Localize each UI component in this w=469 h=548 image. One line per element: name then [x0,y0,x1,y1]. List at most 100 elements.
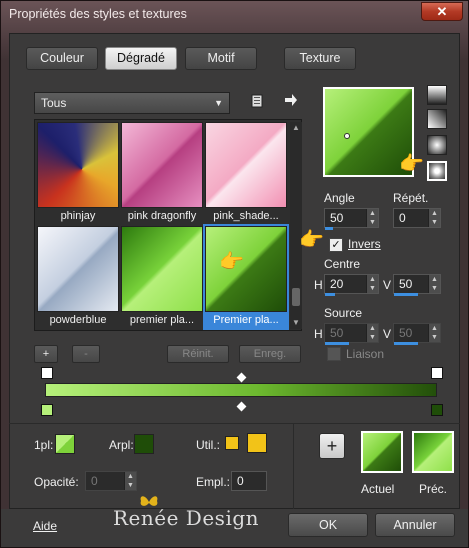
divider [293,424,294,509]
spin-arrows-icon[interactable]: ▲ ▼ [124,472,136,490]
gradient-thumbnail [205,226,287,312]
gallery-item[interactable]: premier pla... [121,226,203,328]
angle-value: 50 [330,211,344,225]
center-h-prefix: H [314,278,323,292]
linear-style-button[interactable] [427,85,447,105]
util-label: Util.: [196,438,220,452]
spin-arrows-icon[interactable]: ▲ ▼ [428,324,440,342]
color-stop-right[interactable] [431,404,443,416]
category-select[interactable]: Tous ▼ [34,92,230,114]
first-stop-swatch[interactable] [55,434,75,454]
center-v-input[interactable]: 50 ▲ ▼ [393,274,441,294]
gradient-bar[interactable] [45,383,437,397]
radial-style-button[interactable] [427,161,447,181]
util-swatch-small[interactable] [225,436,239,450]
reset-button[interactable]: Réinit. [167,345,229,363]
center-h-slider[interactable] [325,293,335,296]
close-button[interactable]: ✕ [421,2,463,21]
spin-arrows-icon[interactable]: ▲ ▼ [366,209,378,227]
gallery-item-selected[interactable]: Premier pla... [203,224,289,330]
tab-bar: Couleur Dégradé Motif Texture [15,47,455,73]
tab-texture[interactable]: Texture [284,47,356,70]
current-preview[interactable] [361,431,403,473]
opacity-value: 0 [91,474,98,488]
divider [9,423,460,424]
spin-arrows-icon[interactable]: ▲ ▼ [428,209,440,227]
source-h-slider[interactable] [325,342,349,345]
top-stop-marker-right[interactable] [431,367,443,379]
folder-icon[interactable] [248,94,266,112]
gallery-item[interactable]: phinjay [37,122,119,224]
color-stop-left[interactable] [41,404,53,416]
dialog-window: Propriétés des styles et textures ✕ Coul… [0,0,469,548]
title-bar[interactable]: Propriétés des styles et textures ✕ [1,1,468,29]
previous-label: Préc. [419,482,448,496]
sunburst-style-button[interactable] [427,135,447,155]
gallery-item[interactable]: pink dragonfly [121,122,203,224]
source-h-input[interactable]: 50 ▲ ▼ [324,323,379,343]
source-v-slider[interactable] [394,342,418,345]
gradient-thumbnail [205,122,287,208]
scroll-down-icon[interactable]: ▼ [290,317,302,329]
spin-arrows-icon[interactable]: ▲ ▼ [366,324,378,342]
save-preset-button[interactable]: Enreg. [239,345,301,363]
angle-slider[interactable] [325,227,333,230]
center-v-slider[interactable] [394,293,418,296]
gallery-item-caption: premier pla... [129,314,195,326]
gallery-item-caption: pink dragonfly [127,210,197,222]
tab-couleur[interactable]: Couleur [26,47,98,70]
dropdown-arrow-icon: ▼ [214,98,223,108]
source-v-input[interactable]: 50 ▲ ▼ [393,323,441,343]
spin-arrows-icon[interactable]: ▲ ▼ [428,275,440,293]
scrollbar-thumb[interactable] [292,288,300,306]
util-swatch[interactable] [247,433,267,453]
ok-button[interactable]: OK [288,513,368,537]
pointing-hand-icon: 👉 [299,229,324,251]
spin-arrows-icon[interactable]: ▲ ▼ [366,275,378,293]
angle-input[interactable]: 50 ▲ ▼ [324,208,379,228]
rectangular-style-button[interactable] [427,109,447,129]
current-label: Actuel [361,482,395,496]
gallery-scrollbar[interactable]: ▲ ▼ [290,122,302,329]
opacity-label: Opacité: [34,475,79,489]
gallery-item-caption: Premier pla... [213,314,279,326]
right-arrow-icon[interactable] [282,93,300,111]
top-stop-marker-left[interactable] [41,367,53,379]
gallery-item[interactable]: powderblue [37,226,119,328]
invert-checkbox[interactable]: ✓ [329,238,343,252]
cancel-button[interactable]: Annuler [375,513,455,537]
gallery-item-caption: phinjay [60,210,96,222]
remove-preset-button[interactable]: - [72,345,100,363]
arpl-label: Arpl: [109,438,134,452]
center-point-icon[interactable] [344,133,350,139]
center-v-prefix: V [383,278,392,292]
tab-motif[interactable]: Motif [185,47,257,70]
empl-value: 0 [237,474,244,488]
link-checkbox[interactable] [327,347,341,361]
watermark-text: Renée Design [113,506,260,530]
link-label: Liaison [346,347,385,361]
gradient-thumbnail [37,122,119,208]
empl-label: Empl.: [196,475,231,489]
repeat-input[interactable]: 0 ▲ ▼ [393,208,441,228]
gradient-thumbnail [37,226,119,312]
empl-input[interactable]: 0 [231,471,267,491]
angle-label: Angle [324,191,355,205]
help-link[interactable]: Aide [33,519,57,533]
gallery-item-caption: pink_shade... [213,210,279,222]
scroll-up-icon[interactable]: ▲ [290,122,302,134]
gradient-thumbnail [121,226,203,312]
source-h-value: 50 [330,326,344,340]
tab-degrade[interactable]: Dégradé [105,47,177,70]
add-to-swatches-button[interactable]: + [319,433,345,459]
gallery-item[interactable]: pink_shade... [205,122,287,224]
arpl-swatch[interactable] [134,434,154,454]
source-v-value: 50 [399,326,413,340]
opacity-input[interactable]: 0 ▲ ▼ [85,471,137,491]
add-preset-button[interactable]: + [34,345,58,363]
previous-preview[interactable] [412,431,454,473]
center-h-value: 20 [330,277,344,291]
center-h-input[interactable]: 20 ▲ ▼ [324,274,379,294]
category-select-value: Tous [41,96,67,110]
source-v-prefix: V [383,327,392,341]
